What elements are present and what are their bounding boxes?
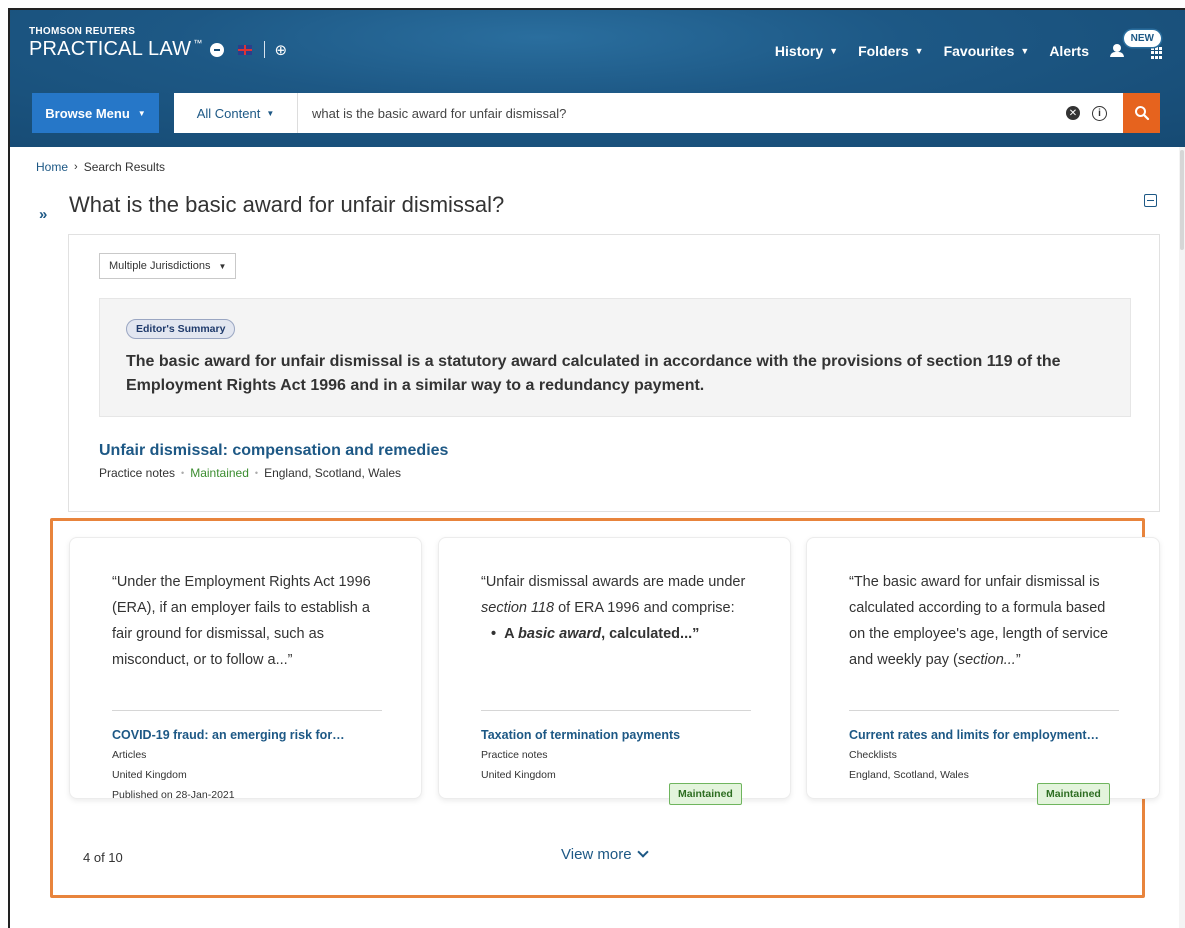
divider — [849, 710, 1119, 711]
editor-summary-text: The basic award for unfair dismissal is … — [126, 353, 1061, 394]
new-badge: NEW — [1123, 30, 1161, 47]
result-card[interactable]: “The basic award for unfair dismissal is… — [806, 537, 1160, 805]
nav-alerts[interactable]: Alerts — [1049, 43, 1089, 59]
search-bar: Browse Menu ▼ All Content ▼ what is the ba… — [32, 93, 1160, 133]
expand-sidebar-icon[interactable]: » — [39, 206, 47, 223]
card-jurisdiction: United Kingdom — [481, 769, 556, 781]
divider — [112, 710, 382, 711]
card-jurisdiction: England, Scotland, Wales — [849, 769, 969, 781]
maintained-badge: Maintained — [669, 783, 742, 805]
caret-down-icon: ▼ — [1020, 46, 1030, 56]
view-more-label: View more — [561, 846, 632, 863]
result-type: Practice notes — [99, 466, 176, 480]
card-title-link[interactable]: Taxation of termination payments — [481, 728, 751, 742]
info-icon[interactable]: i — [1092, 105, 1107, 121]
nav-favourites-label: Favourites — [943, 43, 1015, 59]
minus-circle-icon[interactable] — [210, 42, 225, 57]
nav-history[interactable]: History ▼ — [775, 43, 838, 59]
dot-separator: • — [181, 468, 185, 478]
result-meta: Practice notes • Maintained • England, S… — [99, 466, 401, 480]
card-title-link[interactable]: Current rates and limits for employment… — [849, 728, 1119, 742]
brand-logo[interactable]: PRACTICAL LAW ™ ⊕ — [29, 38, 287, 61]
editor-summary-badge: Editor's Summary — [126, 319, 236, 339]
result-status: Maintained — [190, 466, 249, 480]
answer-panel: Multiple Jurisdictions ▼ Editor's Summar… — [68, 234, 1160, 512]
nav-folders[interactable]: Folders ▼ — [858, 43, 924, 59]
content-type-select[interactable]: All Content ▼ — [174, 93, 298, 133]
jurisdiction-label: Multiple Jurisdictions — [109, 260, 211, 272]
caret-down-icon: ▼ — [914, 46, 924, 56]
trademark: ™ — [193, 37, 203, 48]
breadcrumb: Home › Search Results — [36, 160, 165, 174]
card-quote-italic: section... — [957, 652, 1016, 668]
search-button[interactable] — [1123, 93, 1160, 133]
result-title-link[interactable]: Unfair dismissal: compensation and remed… — [99, 442, 448, 460]
apps-grid-icon[interactable] — [1151, 47, 1163, 59]
user-icon[interactable] — [1109, 44, 1125, 58]
jurisdiction-select[interactable]: Multiple Jurisdictions ▼ — [99, 253, 237, 279]
card-type: Checklists — [849, 749, 897, 761]
card-quote: “The basic award for unfair dismissal is… — [849, 569, 1121, 673]
card-type: Articles — [112, 749, 147, 761]
card-quote-text: “Unfair dismissal awards are made under — [481, 574, 746, 590]
breadcrumb-current: Search Results — [83, 160, 166, 174]
brand-name: PRACTICAL LAW — [29, 38, 192, 60]
card-quote-text: ” — [1015, 652, 1021, 668]
caret-down-icon: ▼ — [218, 261, 227, 271]
header: THOMSON REUTERS PRACTICAL LAW ™ ⊕ Histor… — [10, 10, 1185, 147]
chevron-right-icon: › — [74, 161, 78, 173]
card-quote-text: of ERA 1996 and comprise: — [554, 600, 735, 616]
page-title: What is the basic award for unfair dismi… — [69, 192, 505, 217]
card-quote: “Under the Employment Rights Act 1996 (E… — [112, 574, 371, 668]
editor-summary-box: Editor's Summary The basic award for unf… — [99, 298, 1131, 417]
chevron-down-icon — [636, 845, 649, 858]
divider — [264, 41, 266, 58]
divider — [481, 710, 751, 711]
nav-favourites[interactable]: Favourites ▼ — [944, 43, 1030, 59]
top-nav: History ▼ Folders ▼ Favourites ▼ Alerts — [775, 43, 1185, 59]
nav-folders-label: Folders — [858, 43, 909, 59]
browse-menu-label: Browse Menu — [45, 105, 130, 121]
browse-menu-button[interactable]: Browse Menu ▼ — [32, 93, 159, 133]
nav-history-label: History — [774, 43, 824, 59]
result-jurisdiction: England, Scotland, Wales — [264, 466, 402, 480]
result-count: 4 of 10 — [83, 850, 123, 865]
card-quote: “Unfair dismissal awards are made under … — [481, 569, 753, 647]
scrollbar-thumb[interactable] — [1180, 150, 1184, 250]
view-more-button[interactable]: View more — [561, 845, 649, 863]
card-title-link[interactable]: COVID-19 fraud: an emerging risk for… — [112, 728, 382, 742]
caret-down-icon: ▼ — [829, 46, 839, 56]
caret-down-icon: ▼ — [137, 108, 146, 118]
card-jurisdiction: United Kingdom — [112, 769, 187, 781]
dot-separator: • — [254, 468, 259, 478]
nav-alerts-label: Alerts — [1049, 43, 1089, 59]
content-type-label: All Content — [196, 105, 261, 121]
clear-search-icon[interactable]: ✕ — [1066, 106, 1080, 120]
card-quote-italic: section 118 — [481, 600, 555, 616]
card-type: Practice notes — [481, 749, 548, 761]
search-input[interactable]: what is the basic award for unfair dismi… — [298, 93, 1066, 133]
card-published: Published on 28-Jan-2021 — [112, 789, 235, 801]
brand-top: THOMSON REUTERS — [29, 26, 136, 37]
result-card[interactable]: “Unfair dismissal awards are made under … — [438, 537, 791, 805]
globe-icon[interactable]: ⊕ — [274, 41, 287, 59]
page-frame: THOMSON REUTERS PRACTICAL LAW ™ ⊕ Histor… — [8, 8, 1185, 928]
caret-down-icon: ▼ — [266, 108, 275, 118]
breadcrumb-home[interactable]: Home — [36, 160, 68, 174]
card-quote-bullet: A basic award, calculated...” — [491, 621, 753, 647]
scrollbar[interactable] — [1179, 147, 1185, 928]
result-card[interactable]: “Under the Employment Rights Act 1996 (E… — [69, 537, 422, 801]
maintained-badge: Maintained — [1037, 783, 1110, 805]
uk-flag-icon[interactable] — [238, 44, 253, 55]
collapse-icon[interactable] — [1144, 194, 1157, 207]
search-icon — [1134, 106, 1149, 121]
